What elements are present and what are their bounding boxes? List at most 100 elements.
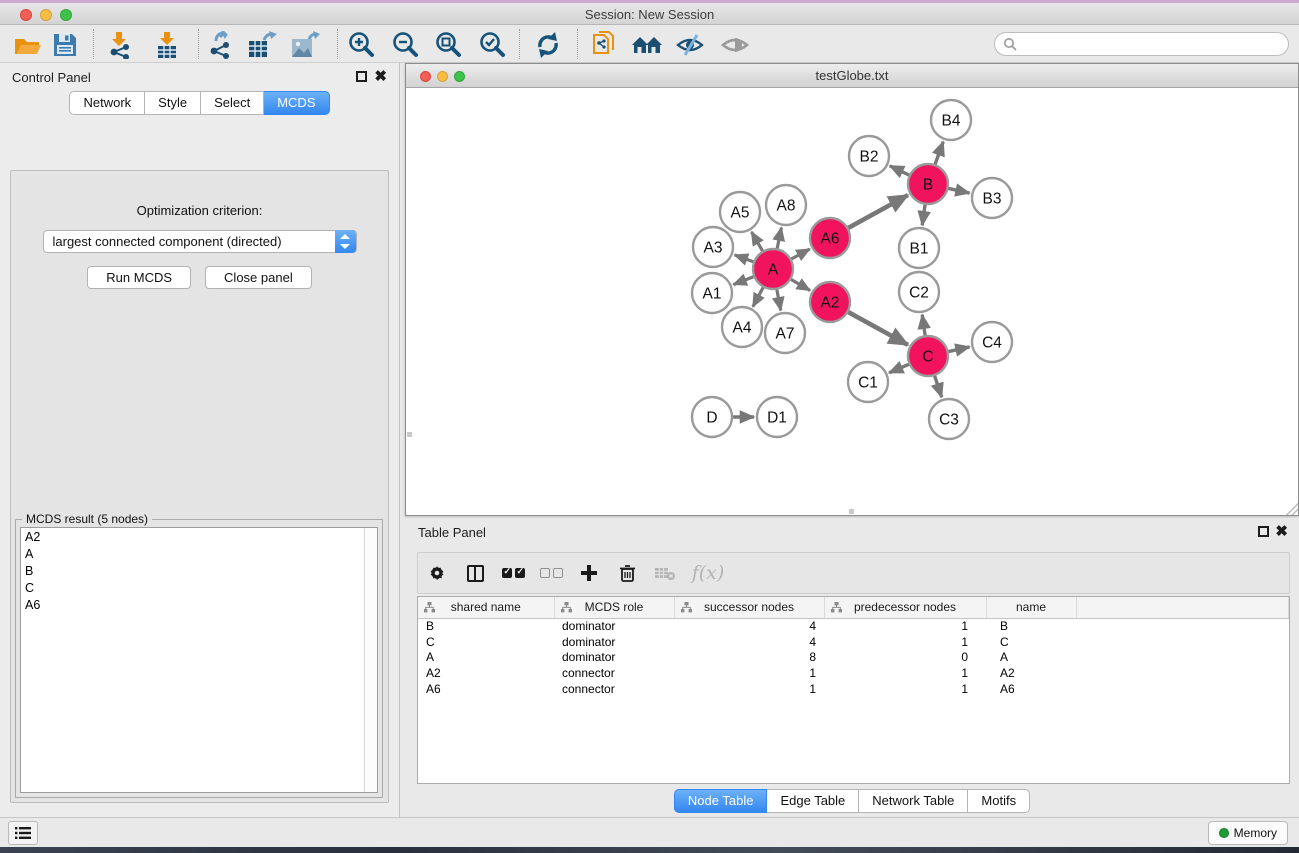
- graph-node-A6[interactable]: A6: [810, 218, 850, 258]
- deselect-all-button[interactable]: [532, 568, 570, 578]
- graph-edge-C-C3[interactable]: [934, 373, 942, 397]
- graph-edge-A-A7[interactable]: [776, 287, 780, 311]
- table-cell[interactable]: connector: [554, 665, 674, 681]
- table-cell[interactable]: B: [418, 618, 554, 634]
- zoom-fit-button[interactable]: [431, 30, 465, 60]
- graph-edge-B-B1[interactable]: [922, 202, 925, 225]
- column-header[interactable]: shared name: [418, 597, 554, 618]
- table-cell[interactable]: 1: [824, 681, 986, 697]
- graph-node-B[interactable]: B: [908, 164, 948, 204]
- float-panel-icon[interactable]: [1258, 526, 1269, 537]
- graph-node-A2[interactable]: A2: [810, 282, 850, 322]
- zoom-out-button[interactable]: [388, 30, 422, 60]
- graph-edge-C-C1[interactable]: [889, 363, 911, 373]
- table-cell[interactable]: A6: [986, 681, 1076, 697]
- graph-edge-A6-B[interactable]: [846, 195, 908, 229]
- graph-edge-A-A8[interactable]: [777, 228, 782, 252]
- table-cell[interactable]: 1: [674, 665, 824, 681]
- tab-network-table[interactable]: Network Table: [859, 789, 968, 813]
- graph-edge-A-A1[interactable]: [733, 276, 756, 285]
- graph-node-A[interactable]: A: [753, 249, 793, 289]
- graph-edge-A-A5[interactable]: [752, 232, 764, 254]
- graph-node-C1[interactable]: C1: [848, 362, 888, 402]
- delete-table-button[interactable]: [646, 565, 684, 581]
- table-cell[interactable]: A2: [418, 665, 554, 681]
- export-network-button[interactable]: [203, 30, 237, 60]
- table-cell[interactable]: A2: [986, 665, 1076, 681]
- graph-edge-A-A3[interactable]: [735, 255, 757, 263]
- criterion-select[interactable]: largest connected component (directed): [43, 230, 357, 253]
- column-header[interactable]: MCDS role: [554, 597, 674, 618]
- import-network-button[interactable]: [103, 30, 137, 60]
- network-canvas[interactable]: AA1A2A3A4A5A6A7A8BB1B2B3B4CC1C2C3C4DD1: [406, 88, 1298, 515]
- hide-panels-button[interactable]: [673, 30, 707, 60]
- tab-edge-table[interactable]: Edge Table: [767, 789, 859, 813]
- graph-node-A4[interactable]: A4: [722, 307, 762, 347]
- graph-edge-B-B3[interactable]: [946, 188, 970, 193]
- table-cell[interactable]: C: [986, 634, 1076, 650]
- network-window-titlebar[interactable]: testGlobe.txt: [406, 64, 1298, 88]
- table-row[interactable]: Cdominator41C: [418, 634, 1289, 650]
- graph-node-B4[interactable]: B4: [931, 100, 971, 140]
- graph-edge-C-C2[interactable]: [922, 315, 925, 338]
- table-cell[interactable]: A: [418, 650, 554, 666]
- graph-edge-B-B4[interactable]: [934, 142, 943, 167]
- table-cell[interactable]: 4: [674, 618, 824, 634]
- table-cell[interactable]: 1: [824, 634, 986, 650]
- table-row[interactable]: A2connector11A2: [418, 665, 1289, 681]
- memory-button[interactable]: Memory: [1208, 821, 1288, 845]
- table-row[interactable]: Bdominator41B: [418, 618, 1289, 634]
- graph-node-C3[interactable]: C3: [929, 399, 969, 439]
- show-columns-button[interactable]: [456, 565, 494, 582]
- open-session-button[interactable]: [11, 30, 45, 60]
- graph-node-D1[interactable]: D1: [757, 397, 797, 437]
- graph-node-C2[interactable]: C2: [899, 272, 939, 312]
- table-cell[interactable]: dominator: [554, 650, 674, 666]
- duplicate-network-button[interactable]: [588, 30, 622, 60]
- table-options-button[interactable]: [418, 563, 456, 583]
- search-input[interactable]: [1017, 35, 1288, 53]
- show-graphics-details-button[interactable]: [718, 30, 752, 60]
- mcds-result-item[interactable]: A6: [21, 596, 377, 613]
- zoom-selected-button[interactable]: [475, 30, 509, 60]
- add-column-button[interactable]: [570, 564, 608, 582]
- close-panel-icon[interactable]: ✖: [1275, 522, 1288, 540]
- tab-mcds[interactable]: MCDS: [264, 91, 329, 115]
- table-cell[interactable]: 1: [824, 665, 986, 681]
- graph-node-A5[interactable]: A5: [720, 192, 760, 232]
- table-row[interactable]: A6connector11A6: [418, 681, 1289, 697]
- home-button[interactable]: [630, 30, 664, 60]
- table-cell[interactable]: 1: [824, 618, 986, 634]
- graph-node-A7[interactable]: A7: [765, 313, 805, 353]
- graph-node-D[interactable]: D: [692, 397, 732, 437]
- mcds-result-item[interactable]: A2: [21, 528, 377, 545]
- table-cell[interactable]: 8: [674, 650, 824, 666]
- column-header[interactable]: predecessor nodes: [824, 597, 986, 618]
- table-cell[interactable]: 1: [674, 681, 824, 697]
- table-cell[interactable]: B: [986, 618, 1076, 634]
- table-cell[interactable]: 4: [674, 634, 824, 650]
- delete-column-button[interactable]: [608, 564, 646, 583]
- graph-node-C4[interactable]: C4: [972, 322, 1012, 362]
- column-header[interactable]: name: [986, 597, 1076, 618]
- mcds-result-item[interactable]: C: [21, 579, 377, 596]
- table-cell[interactable]: dominator: [554, 618, 674, 634]
- mcds-result-item[interactable]: B: [21, 562, 377, 579]
- task-history-button[interactable]: [8, 821, 38, 845]
- graph-node-B2[interactable]: B2: [849, 136, 889, 176]
- tab-motifs[interactable]: Motifs: [968, 789, 1030, 813]
- graph-edge-A-A6[interactable]: [789, 249, 810, 260]
- graph-node-A3[interactable]: A3: [693, 227, 733, 267]
- save-session-button[interactable]: [48, 30, 82, 60]
- close-panel-button[interactable]: Close panel: [205, 266, 312, 289]
- table-cell[interactable]: C: [418, 634, 554, 650]
- table-cell[interactable]: A: [986, 650, 1076, 666]
- graph-node-C[interactable]: C: [908, 336, 948, 376]
- import-table-button[interactable]: [150, 30, 184, 60]
- toolbar-search[interactable]: [994, 32, 1289, 56]
- tab-node-table[interactable]: Node Table: [674, 789, 768, 813]
- tab-network[interactable]: Network: [69, 91, 145, 115]
- run-mcds-button[interactable]: Run MCDS: [87, 266, 191, 289]
- float-panel-icon[interactable]: [356, 71, 367, 82]
- graph-edge-A-A2[interactable]: [789, 278, 811, 290]
